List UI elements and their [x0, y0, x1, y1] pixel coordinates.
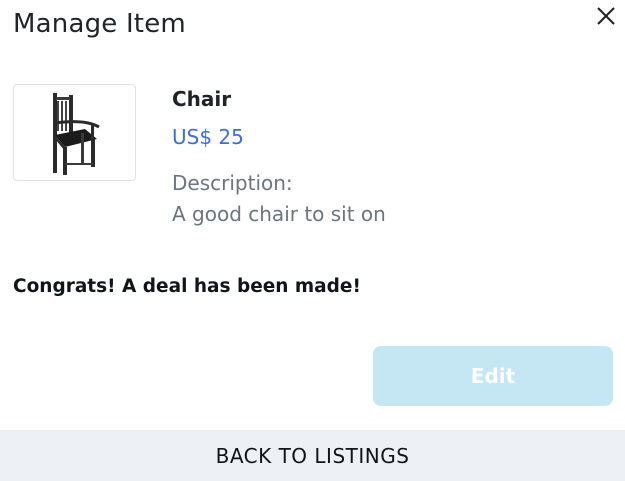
manage-item-modal: Manage Item Chair US$ 25 Description: A … — [0, 0, 625, 481]
item-name: Chair — [172, 87, 232, 111]
deal-status-message: Congrats! A deal has been made! — [13, 276, 361, 297]
item-description: A good chair to sit on — [172, 202, 386, 226]
description-label: Description: — [172, 171, 293, 195]
item-price: US$ 25 — [172, 125, 244, 149]
item-thumbnail — [13, 84, 136, 181]
close-icon — [597, 7, 615, 25]
back-to-listings-button[interactable]: BACK TO LISTINGS — [0, 430, 625, 481]
edit-button[interactable]: Edit — [373, 346, 613, 406]
chair-image — [52, 92, 100, 175]
modal-title: Manage Item — [13, 9, 186, 39]
close-button[interactable] — [594, 4, 618, 28]
